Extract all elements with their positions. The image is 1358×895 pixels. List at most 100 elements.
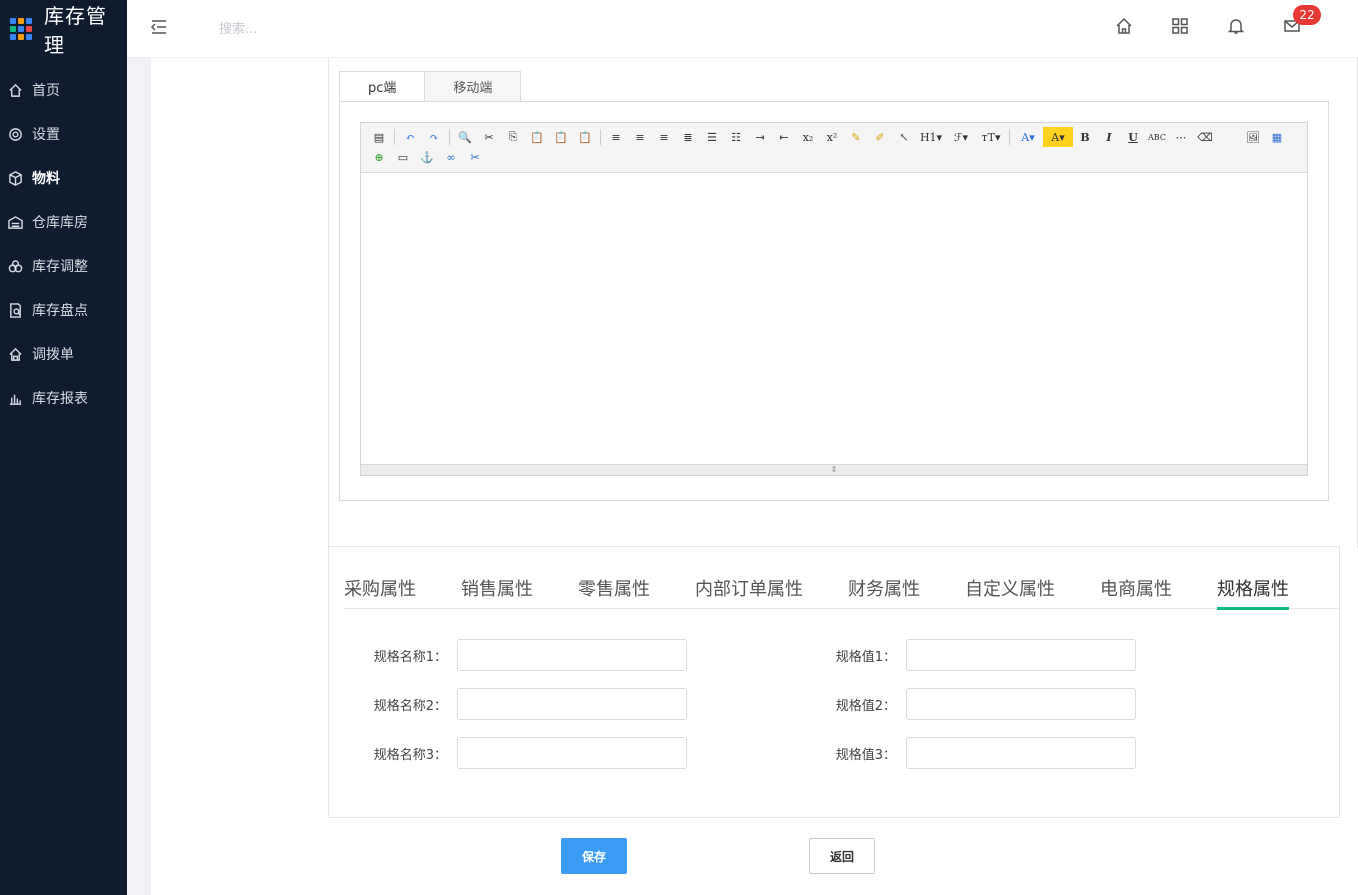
- spec-value-1-row: 规格值1：: [776, 639, 1136, 671]
- warehouse-icon: [7, 214, 23, 230]
- page-break-icon[interactable]: ▭: [391, 147, 415, 167]
- underline-icon[interactable]: U: [1121, 127, 1145, 147]
- spec-value-3-input[interactable]: [906, 737, 1136, 769]
- redo-icon[interactable]: ↷: [422, 127, 446, 147]
- adjust-icon: [7, 258, 23, 274]
- spec-name-1-row: 规格名称1：: [327, 639, 687, 671]
- tab-mobile[interactable]: 移动端: [424, 71, 522, 102]
- cube-icon: [7, 170, 23, 186]
- sidebar-item-stock-adjust[interactable]: 库存调整: [0, 244, 127, 288]
- tab-sales-attributes[interactable]: 销售属性: [461, 575, 533, 609]
- editor-content-area[interactable]: [361, 173, 1307, 464]
- table-icon[interactable]: ▦: [1265, 127, 1289, 147]
- tab-internal-order-attributes[interactable]: 内部订单属性: [695, 575, 803, 609]
- attributes-panel: 采购属性 销售属性 零售属性 内部订单属性 财务属性 自定义属性 电商属性 规格…: [328, 546, 1340, 818]
- sidebar-item-home[interactable]: 首页: [0, 68, 127, 112]
- select-all-icon[interactable]: ✐: [868, 127, 892, 147]
- sidebar-item-materials[interactable]: 物料: [0, 156, 127, 200]
- spec-name-3-input[interactable]: [457, 737, 687, 769]
- align-left-icon[interactable]: ≡: [604, 127, 628, 147]
- main-content: pc端 移动端 ▤ ↶ ↷ 🔍 ✂ ⎘ 📋 📋 📋 ≡ ≡ ≡ ≣ ☰ ☷ ⇥ …: [151, 58, 1358, 895]
- align-justify-icon[interactable]: ≣: [676, 127, 700, 147]
- sidebar-item-settings[interactable]: 设置: [0, 112, 127, 156]
- paste-word-icon[interactable]: 📋: [573, 127, 597, 147]
- sidebar-item-transfer[interactable]: 调拨单: [0, 332, 127, 376]
- inventory-check-icon: [7, 302, 23, 318]
- bold-icon[interactable]: B: [1073, 127, 1097, 147]
- anchor-icon[interactable]: ⚓: [415, 147, 439, 167]
- content-gutter: [127, 58, 151, 895]
- font-family-icon[interactable]: ℱ▾: [946, 127, 976, 147]
- app-title: 库存管理: [44, 4, 107, 57]
- undo-icon[interactable]: ↶: [398, 127, 422, 147]
- editor-resize-handle[interactable]: ⇕: [361, 464, 1307, 475]
- heading-icon[interactable]: H1▾: [916, 127, 946, 147]
- spec-name-2-input[interactable]: [457, 688, 687, 720]
- editor-toolbar: ▤ ↶ ↷ 🔍 ✂ ⎘ 📋 📋 📋 ≡ ≡ ≡ ≣ ☰ ☷ ⇥ ⇤ x₂ x² …: [361, 123, 1307, 173]
- sidebar-item-label: 调拨单: [32, 347, 74, 363]
- tab-custom-attributes[interactable]: 自定义属性: [965, 575, 1055, 609]
- link-icon[interactable]: ∞: [439, 147, 463, 167]
- gear-icon: [7, 126, 23, 142]
- tab-finance-attributes[interactable]: 财务属性: [848, 575, 920, 609]
- mail-badge: 22: [1293, 5, 1321, 25]
- indent-icon[interactable]: ⇥: [748, 127, 772, 147]
- copy-icon[interactable]: ⎘: [501, 127, 525, 147]
- tab-ecommerce-attributes[interactable]: 电商属性: [1100, 575, 1172, 609]
- cut-icon[interactable]: ✂: [477, 127, 501, 147]
- bell-icon[interactable]: [1227, 17, 1247, 37]
- save-button[interactable]: 保存: [561, 838, 627, 874]
- strikethrough-icon[interactable]: ABC: [1145, 127, 1169, 147]
- unordered-list-icon[interactable]: ☷: [724, 127, 748, 147]
- spec-value-2-row: 规格值2：: [776, 688, 1136, 720]
- align-right-icon[interactable]: ≡: [652, 127, 676, 147]
- spec-name-3-row: 规格名称3：: [327, 737, 687, 769]
- brand[interactable]: 库存管理: [0, 0, 127, 58]
- outdent-icon[interactable]: ⇤: [772, 127, 796, 147]
- sidebar-item-stock-count[interactable]: 库存盘点: [0, 288, 127, 332]
- spec-value-2-label: 规格值2：: [835, 698, 896, 714]
- spec-name-1-input[interactable]: [457, 639, 687, 671]
- search-input[interactable]: [219, 18, 419, 40]
- unlink-icon[interactable]: ✂: [463, 147, 487, 167]
- preview-icon[interactable]: 🔍: [453, 127, 477, 147]
- tab-spec-attributes[interactable]: 规格属性: [1217, 575, 1289, 610]
- ordered-list-icon[interactable]: ☰: [700, 127, 724, 147]
- top-header: 22: [127, 0, 1358, 58]
- spec-value-1-label: 规格值1：: [835, 649, 896, 665]
- font-color-icon[interactable]: A▾: [1013, 127, 1043, 147]
- italic-icon[interactable]: I: [1097, 127, 1121, 147]
- back-button[interactable]: 返回: [809, 838, 875, 874]
- subscript-icon[interactable]: x₂: [796, 127, 820, 147]
- tab-purchase-attributes[interactable]: 采购属性: [344, 575, 416, 609]
- superscript-icon[interactable]: x²: [820, 127, 844, 147]
- clear-format-icon[interactable]: ✎: [844, 127, 868, 147]
- highlight-icon[interactable]: A▾: [1043, 127, 1073, 147]
- sidebar-item-label: 首页: [32, 83, 60, 99]
- tab-retail-attributes[interactable]: 零售属性: [578, 575, 650, 609]
- editor-tabs: pc端 移动端: [339, 71, 522, 102]
- tab-pc[interactable]: pc端: [339, 71, 426, 102]
- spec-value-2-input[interactable]: [906, 688, 1136, 720]
- horizontal-rule-icon[interactable]: ⋯: [1169, 127, 1193, 147]
- bar-chart-icon: [7, 390, 23, 406]
- home-icon[interactable]: [1115, 17, 1135, 37]
- image-icon[interactable]: 🖼: [1241, 127, 1265, 147]
- align-center-icon[interactable]: ≡: [628, 127, 652, 147]
- sidebar-item-warehouse[interactable]: 仓库库房: [0, 200, 127, 244]
- sidebar-item-report[interactable]: 库存报表: [0, 376, 127, 420]
- source-icon[interactable]: ▤: [367, 127, 391, 147]
- spec-value-1-input[interactable]: [906, 639, 1136, 671]
- paste-icon[interactable]: 📋: [525, 127, 549, 147]
- apps-icon[interactable]: [1171, 17, 1191, 37]
- sidebar-item-label: 设置: [32, 127, 60, 143]
- sidebar-item-label: 库存报表: [32, 391, 88, 407]
- menu-toggle-icon[interactable]: [149, 17, 169, 37]
- font-size-icon[interactable]: тT▾: [976, 127, 1006, 147]
- eraser-icon[interactable]: ⌫: [1193, 127, 1217, 147]
- insert-row-icon[interactable]: ⊕: [367, 147, 391, 167]
- cursor-icon[interactable]: ↖: [892, 127, 916, 147]
- paste-text-icon[interactable]: 📋: [549, 127, 573, 147]
- spec-name-3-label: 规格名称3：: [373, 747, 447, 763]
